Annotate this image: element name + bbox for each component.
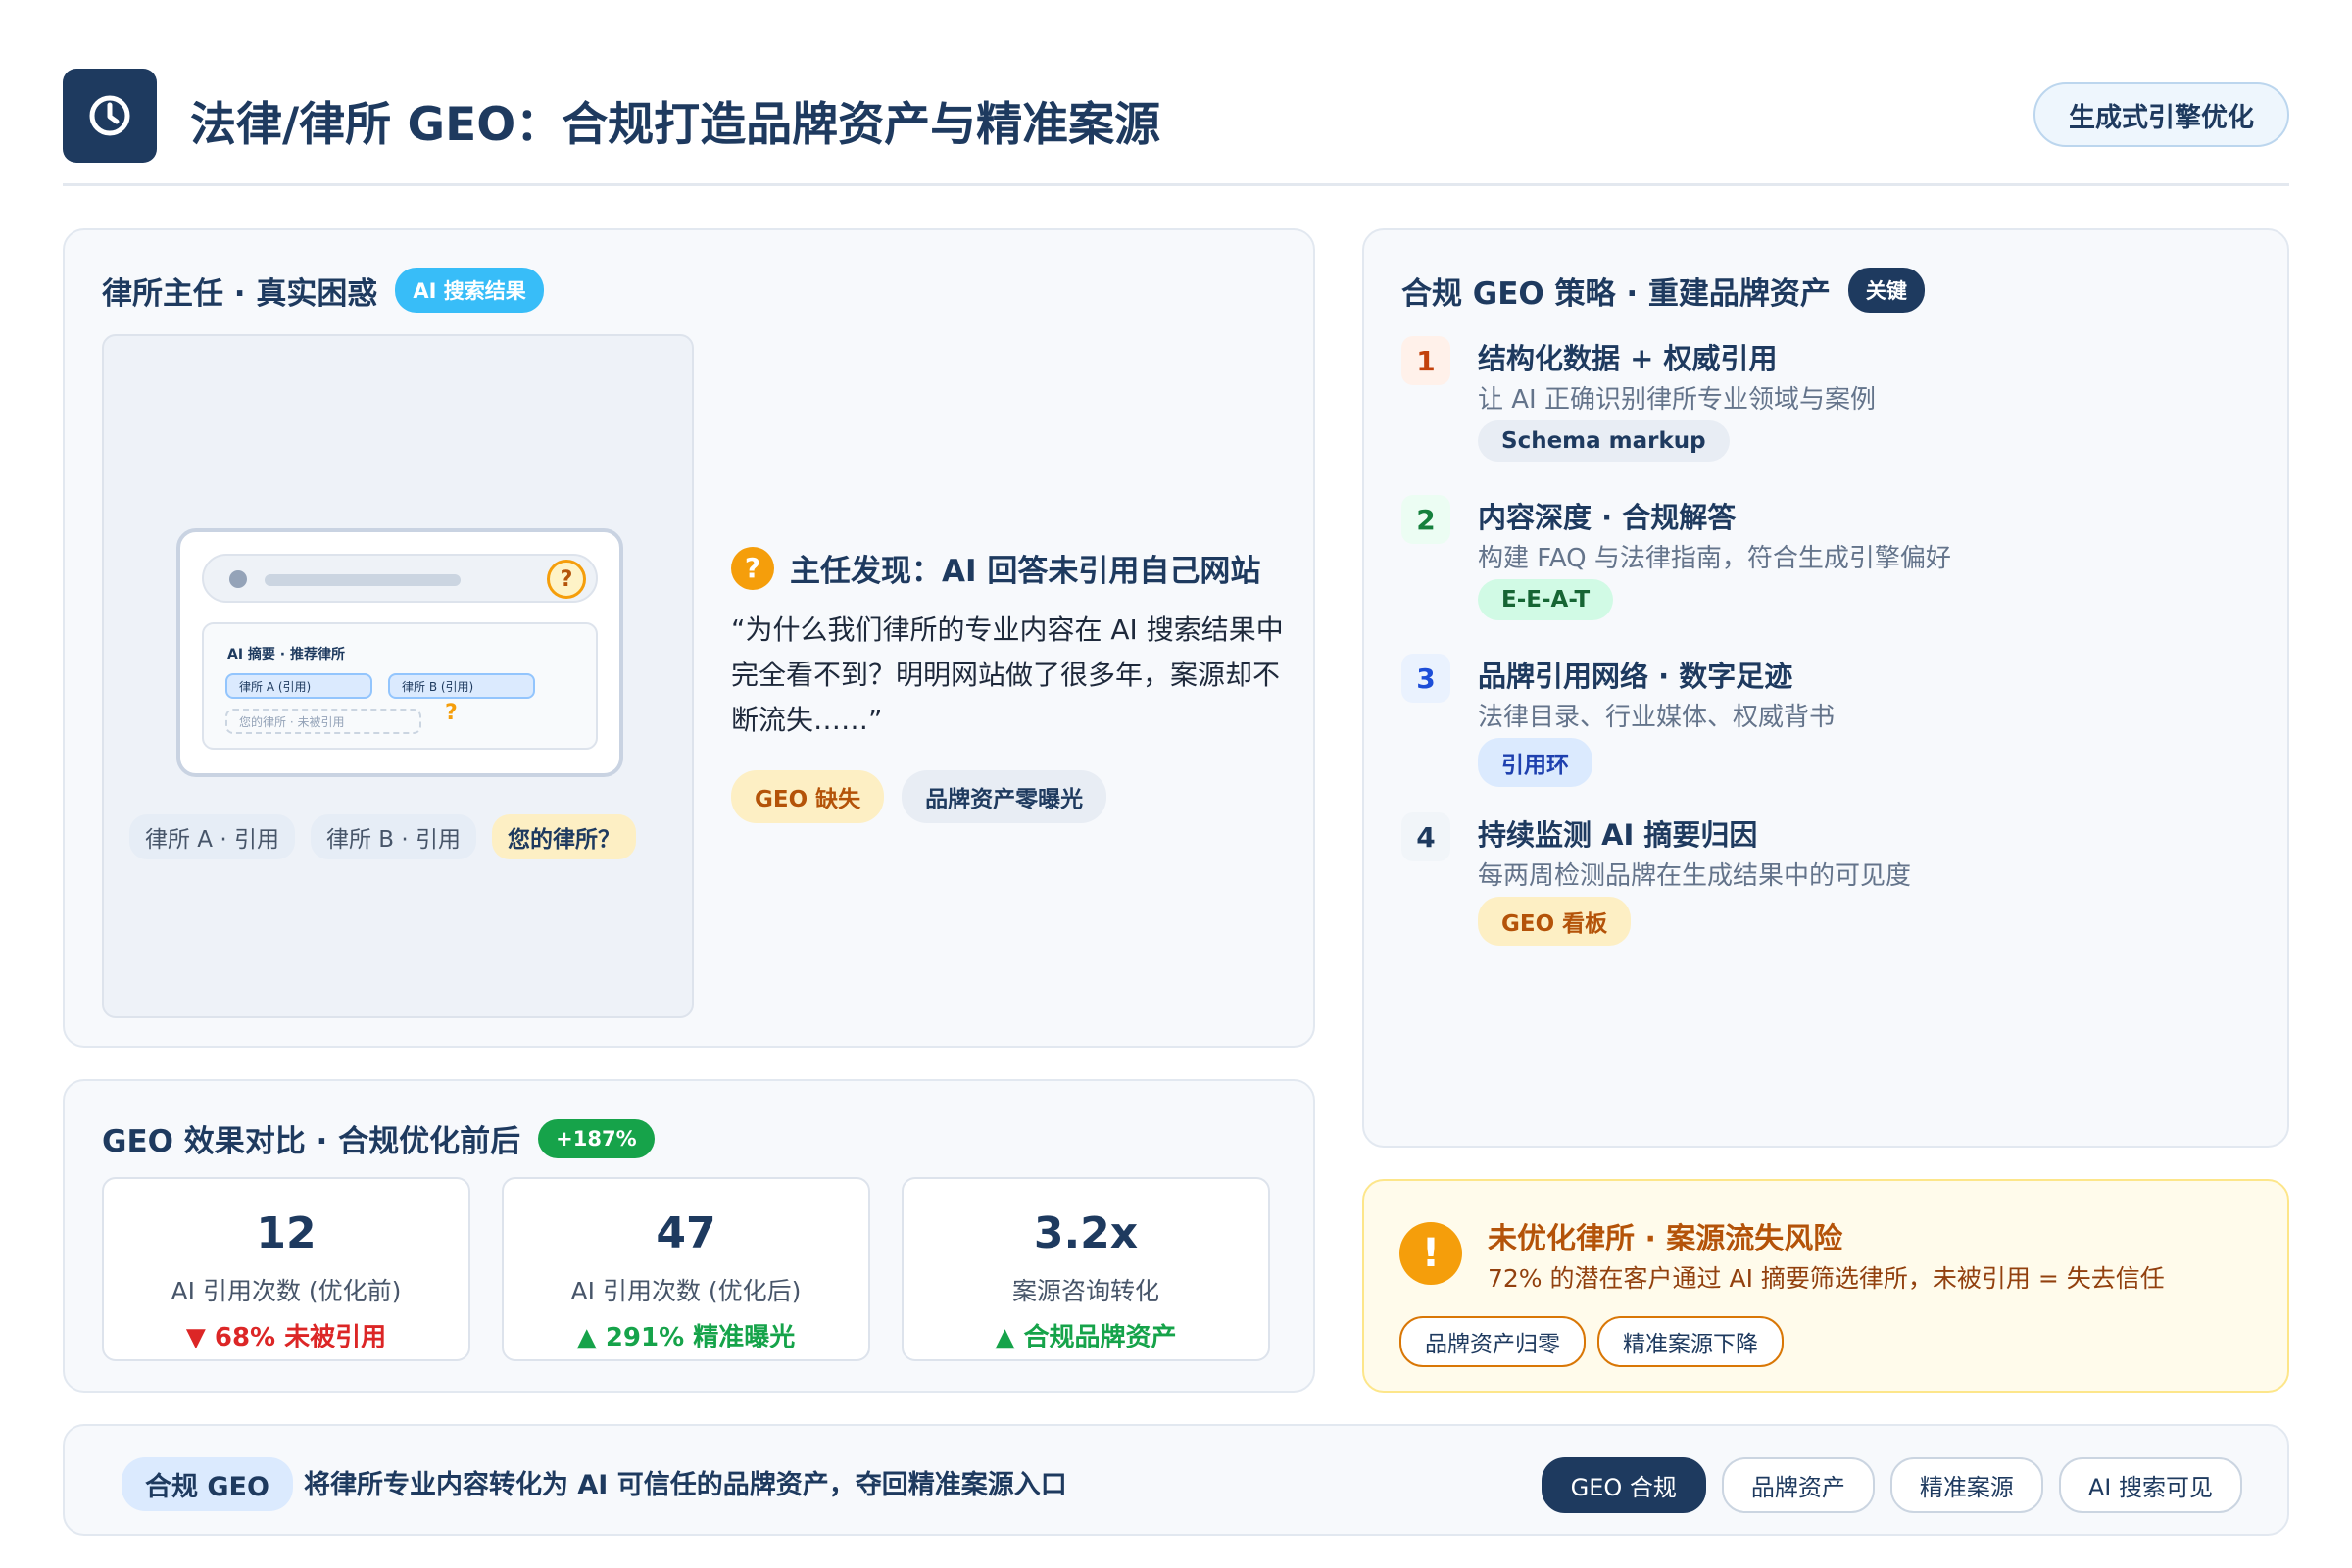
browser-mockup: ? AI 摘要 · 推荐律所 律所 A (引用) 律所 B (引用) 您的律所 … [176,528,623,777]
step-description: 每两周检测品牌在生成结果中的可见度 [1478,861,1912,891]
risk-title: 未优化律所 · 案源流失风险 [1488,1222,1843,1256]
key-tag: 关键 [1847,268,1925,313]
pain-card: 律所主任 · 真实困惑 AI 搜索结果 ? AI 摘要 · 推荐律所 律所 A … [63,228,1315,1048]
metric-change: ▼ 68% 未被引用 [185,1323,387,1352]
pain-card-title: 律所主任 · 真实困惑 AI 搜索结果 [102,268,544,313]
strategy-card-title: 合规 GEO 策略 · 重建品牌资产 关键 [1401,268,1925,313]
metric-label: AI 引用次数 (优化后) [570,1277,802,1305]
risk-card: ! 未优化律所 · 案源流失风险 72% 的潜在客户通过 AI 摘要筛选律所，未… [1362,1179,2289,1393]
step-badge: Schema markup [1478,420,1730,462]
risk-tags: 品牌资产归零 精准案源下降 [1399,1316,1784,1367]
step-number: 3 [1401,654,1450,703]
risk-tag-leads-drop: 精准案源下降 [1597,1316,1784,1367]
footer-tag-precise-leads[interactable]: 精准案源 [1889,1457,2043,1513]
ai-summary-box: AI 摘要 · 推荐律所 律所 A (引用) 律所 B (引用) 您的律所 · … [202,622,598,750]
metric-label: AI 引用次数 (优化前) [171,1277,402,1305]
footer-tag-geo-compliance[interactable]: GEO 合规 [1541,1457,1706,1513]
step-description: 让 AI 正确识别律所专业领域与案例 [1478,385,1876,415]
footer-bar: 合规 GEO 将律所专业内容转化为 AI 可信任的品牌资产，夺回精准案源入口 G… [63,1424,2289,1536]
metric-card: 47 AI 引用次数 (优化后) ▲ 291% 精准曝光 [502,1177,870,1361]
finding-title: ? 主任发现：AI 回答未引用自己网站 [731,546,1290,590]
footer-tag-ai-visible[interactable]: AI 搜索可见 [2058,1457,2242,1513]
effect-card-title-text: GEO 效果对比 · 合规优化前后 [102,1124,521,1159]
page-title: 法律/律所 GEO：合规打造品牌资产与精准案源 [190,98,1161,152]
page-header: 法律/律所 GEO：合规打造品牌资产与精准案源 生成式引擎优化 [63,69,2289,186]
metrics-row: 12 AI 引用次数 (优化前) ▼ 68% 未被引用 47 AI 引用次数 (… [102,1177,1270,1361]
effect-card: GEO 效果对比 · 合规优化前后 +187% 12 AI 引用次数 (优化前)… [63,1079,1315,1393]
footer-tag-brand-assets[interactable]: 品牌资产 [1721,1457,1875,1513]
firm-b-pill: 律所 B (引用) [388,673,535,699]
step-description: 构建 FAQ 与法律指南，符合生成引擎偏好 [1478,544,1951,573]
pain-card-title-text: 律所主任 · 真实困惑 [102,275,378,312]
header-pill[interactable]: 生成式引擎优化 [2034,82,2289,147]
firm-a-pill: 律所 A (引用) [225,673,372,699]
chip-firm-b: 律所 B · 引用 [310,814,477,859]
question-mark: ? [445,701,458,725]
logo [63,69,157,163]
your-firm-pill: 您的律所 · 未被引用 [225,709,421,734]
metric-card: 12 AI 引用次数 (优化前) ▼ 68% 未被引用 [102,1177,470,1361]
strategy-card: 合规 GEO 策略 · 重建品牌资产 关键 1 结构化数据 + 权威引用 让 A… [1362,228,2289,1148]
clock-icon [89,95,130,136]
geo-missing-tag: GEO 缺失 [731,770,885,823]
step-title: 品牌引用网络 · 数字足迹 [1478,660,1793,693]
warning-icon: ! [1399,1222,1462,1285]
search-dot [229,570,247,588]
risk-description: 72% 的潜在客户通过 AI 摘要筛选律所，未被引用 = 失去信任 [1488,1264,2165,1293]
growth-tag: +187% [538,1118,655,1158]
step-title: 内容深度 · 合规解答 [1478,501,1737,534]
search-illustration: ? AI 摘要 · 推荐律所 律所 A (引用) 律所 B (引用) 您的律所 … [102,334,694,1018]
footer-text: 将律所专业内容转化为 AI 可信任的品牌资产，夺回精准案源入口 [304,1470,1067,1500]
footer-badge: 合规 GEO [122,1457,293,1511]
step-badge: GEO 看板 [1478,897,1632,946]
search-bar: ? [202,554,598,603]
step-title: 结构化数据 + 权威引用 [1478,342,1778,375]
finding-tags: GEO 缺失 品牌资产零曝光 [731,770,1290,823]
step-badge: 引用环 [1478,738,1592,787]
ai-search-tag: AI 搜索结果 [395,268,544,313]
zero-exposure-tag: 品牌资产零曝光 [902,770,1107,823]
step-badge: E-E-A-T [1478,579,1614,620]
metric-label: 案源咨询转化 [1011,1277,1159,1305]
metric-value: 3.2x [1033,1208,1139,1258]
ai-summary-title: AI 摘要 · 推荐律所 [227,647,345,662]
chip-firm-a: 律所 A · 引用 [129,814,295,859]
chip-your-firm: 您的律所？ [492,814,637,859]
step-number: 1 [1401,336,1450,385]
step-title: 持续监测 AI 摘要归因 [1478,818,1758,852]
footer-tags: GEO 合规 品牌资产 精准案源 AI 搜索可见 [1541,1457,2242,1513]
search-line [265,574,461,586]
illustration-chips: 律所 A · 引用 律所 B · 引用 您的律所？ [129,814,637,859]
metric-value: 47 [656,1208,716,1258]
step-number: 2 [1401,495,1450,544]
effect-card-title: GEO 效果对比 · 合规优化前后 +187% [102,1116,655,1160]
question-icon: ? [731,546,774,590]
step-number: 4 [1401,812,1450,861]
risk-tag-brand-zero: 品牌资产归零 [1399,1316,1586,1367]
finding-block: ? 主任发现：AI 回答未引用自己网站 “为什么我们律所的专业内容在 AI 搜索… [731,546,1290,823]
metric-change: ▲ 291% 精准曝光 [576,1323,796,1352]
strategy-card-title-text: 合规 GEO 策略 · 重建品牌资产 [1401,275,1831,312]
metric-value: 12 [256,1208,317,1258]
director-quote: “为什么我们律所的专业内容在 AI 搜索结果中完全看不到？明明网站做了很多年，案… [731,613,1284,736]
metric-change: ▲ 合规品牌资产 [995,1323,1177,1352]
step-description: 法律目录、行业媒体、权威背书 [1478,703,1836,732]
metric-card: 3.2x 案源咨询转化 ▲ 合规品牌资产 [902,1177,1270,1361]
question-icon: ? [547,560,586,599]
finding-title-text: 主任发现：AI 回答未引用自己网站 [790,554,1261,589]
